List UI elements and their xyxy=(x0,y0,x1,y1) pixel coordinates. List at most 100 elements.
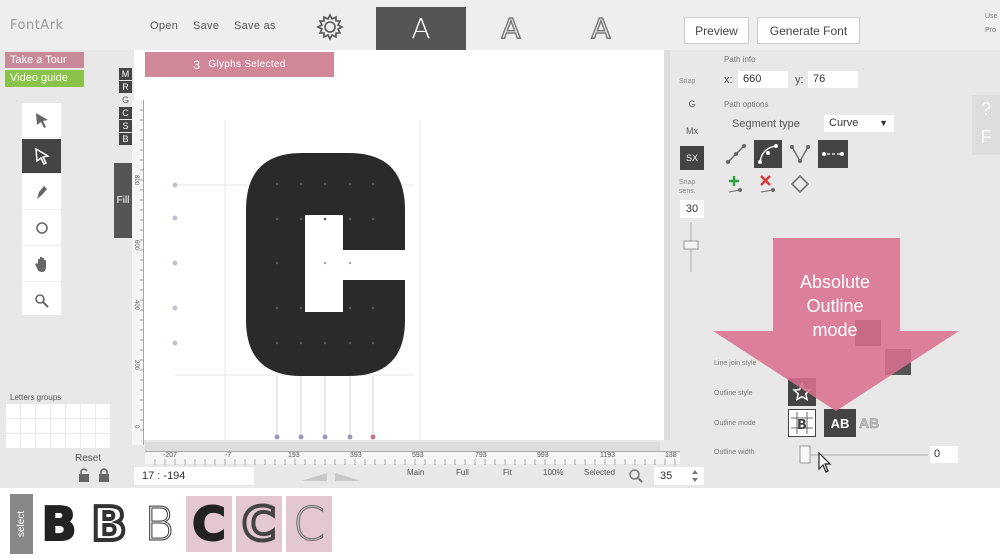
snap-grid-button[interactable]: G xyxy=(680,92,704,116)
mode-tab-fill[interactable]: A xyxy=(376,7,466,50)
y-input[interactable]: 76 xyxy=(808,71,858,88)
reset-button[interactable]: Reset xyxy=(75,453,101,464)
h-ruler-label: 793 xyxy=(475,452,487,459)
select-label[interactable]: select xyxy=(10,494,33,554)
gear-icon[interactable] xyxy=(315,12,345,42)
video-guide-button[interactable]: Video guide xyxy=(5,70,84,87)
curve-segment-button[interactable] xyxy=(754,140,782,168)
node-arrow-icon xyxy=(34,147,50,166)
nav-arrows-icon[interactable] xyxy=(299,471,364,483)
delete-node-icon xyxy=(760,175,775,193)
break-path-button[interactable] xyxy=(818,140,848,168)
user-menu[interactable]: Use Pro xyxy=(985,10,997,38)
group-letter-r[interactable]: R xyxy=(119,81,132,93)
view-fit-button[interactable]: Fit xyxy=(503,468,512,477)
outline-mode-grid-button[interactable]: B xyxy=(788,409,816,437)
outline-mode-ab-outline-button[interactable]: AB xyxy=(859,415,880,432)
snap-mx-button[interactable]: Mx xyxy=(680,119,704,143)
path-tools-row-1 xyxy=(722,140,848,168)
h-ruler-label: -7 xyxy=(225,452,232,459)
glyph-drawing[interactable] xyxy=(145,80,665,442)
curve-node-icon xyxy=(758,144,778,164)
x-input[interactable]: 660 xyxy=(738,71,788,88)
horizontal-scrollbar[interactable] xyxy=(145,442,660,451)
glyph-thumb-b-outline[interactable]: B xyxy=(86,496,132,552)
save-menu[interactable]: Save xyxy=(193,20,219,32)
break-path-icon xyxy=(822,152,844,156)
v-ruler-label: 200 xyxy=(133,360,139,371)
mouse-cursor-icon xyxy=(818,452,832,473)
snap-sens-slider[interactable] xyxy=(683,222,699,272)
outline-mode-ab-button[interactable]: AB xyxy=(824,409,856,437)
open-menu[interactable]: Open xyxy=(150,20,178,32)
path-tools-row-2 xyxy=(722,170,814,198)
feedback-icon[interactable]: F xyxy=(972,123,1000,151)
group-letter-c[interactable]: C xyxy=(119,107,132,119)
hand-icon xyxy=(34,257,46,272)
view-100-button[interactable]: 100% xyxy=(543,468,563,477)
hand-tool[interactable] xyxy=(22,247,61,282)
preview-button[interactable]: Preview xyxy=(684,17,749,44)
zoom-tool[interactable] xyxy=(22,283,61,318)
snap-column: G Mx SX xyxy=(680,92,704,173)
help-icon[interactable]: ? xyxy=(972,95,1000,123)
group-letter-g[interactable]: G xyxy=(119,94,132,106)
snap-sens-input[interactable]: 30 xyxy=(680,200,704,218)
h-ruler-label: 993 xyxy=(537,452,549,459)
take-a-tour-button[interactable]: Take a Tour xyxy=(5,52,84,68)
select-tool[interactable] xyxy=(22,103,61,138)
circle-tool[interactable] xyxy=(22,211,61,246)
group-letter-m[interactable]: M xyxy=(119,68,132,80)
glyph-thumb-c-fill[interactable]: C xyxy=(186,496,232,552)
generate-font-button[interactable]: Generate Font xyxy=(757,17,860,44)
glyph-thumb-b-absolute[interactable]: B xyxy=(136,496,182,552)
glyph-thumb-c-absolute[interactable]: C xyxy=(286,496,332,552)
save-as-menu[interactable]: Save as xyxy=(234,20,276,32)
annotation-line-3: mode xyxy=(812,320,858,340)
fill-tab[interactable]: Fill xyxy=(114,163,132,238)
delete-node-button[interactable] xyxy=(754,170,782,198)
segment-type-select[interactable]: Curve ▼ xyxy=(824,115,894,132)
pen-icon xyxy=(36,186,47,199)
group-letter-s[interactable]: S xyxy=(119,120,132,132)
corner-node-button[interactable] xyxy=(786,140,814,168)
user-link[interactable]: Use xyxy=(985,10,997,24)
pro-link[interactable]: Pro xyxy=(985,24,997,38)
add-node-icon xyxy=(728,176,742,193)
view-main-button[interactable]: Main xyxy=(407,468,424,477)
chevron-down-icon: ▼ xyxy=(879,118,888,128)
v-ruler-label: 800 xyxy=(133,175,139,186)
h-ruler-label: 1193 xyxy=(600,452,616,459)
zoom-icon[interactable] xyxy=(628,468,644,484)
selection-count: 3 xyxy=(193,57,201,72)
view-full-button[interactable]: Full xyxy=(456,468,469,477)
glyph-thumb-b-fill[interactable]: B xyxy=(36,496,82,552)
snap-sx-button[interactable]: SX xyxy=(680,146,704,170)
outline-width-input[interactable]: 0 xyxy=(930,446,958,463)
mode-tab-absolute-outline[interactable]: A xyxy=(556,7,646,50)
add-node-button[interactable] xyxy=(722,170,750,198)
group-letter-b[interactable]: B xyxy=(119,133,132,145)
mode-tab-outline[interactable]: A xyxy=(466,7,556,50)
lock-icon[interactable] xyxy=(77,467,113,483)
outline-mode-label: Outline mode xyxy=(714,420,756,427)
circle-icon xyxy=(35,222,48,234)
node-edit-tool[interactable] xyxy=(22,139,61,174)
snap-label: Snap xyxy=(679,78,696,85)
glyph-thumb-c-outline[interactable]: C xyxy=(236,496,282,552)
h-ruler-label: 138 xyxy=(665,452,677,459)
diamond-icon xyxy=(790,174,810,194)
pen-tool[interactable] xyxy=(22,175,61,210)
v-ruler-label: 400 xyxy=(133,300,139,311)
zoom-stepper-icon[interactable] xyxy=(691,469,699,483)
cursor-coordinates: 17 : -194 xyxy=(134,467,254,485)
help-tab[interactable]: ? F xyxy=(972,95,1000,155)
grid-letter-icon: B xyxy=(791,412,813,434)
diamond-node-button[interactable] xyxy=(786,170,814,198)
letters-groups-grid[interactable] xyxy=(6,404,112,452)
h-ruler-label: 393 xyxy=(350,452,362,459)
h-ruler-label: -207 xyxy=(163,452,178,459)
tool-panel xyxy=(22,103,61,315)
view-selected-button[interactable]: Selected xyxy=(584,468,615,477)
line-segment-button[interactable] xyxy=(722,140,750,168)
